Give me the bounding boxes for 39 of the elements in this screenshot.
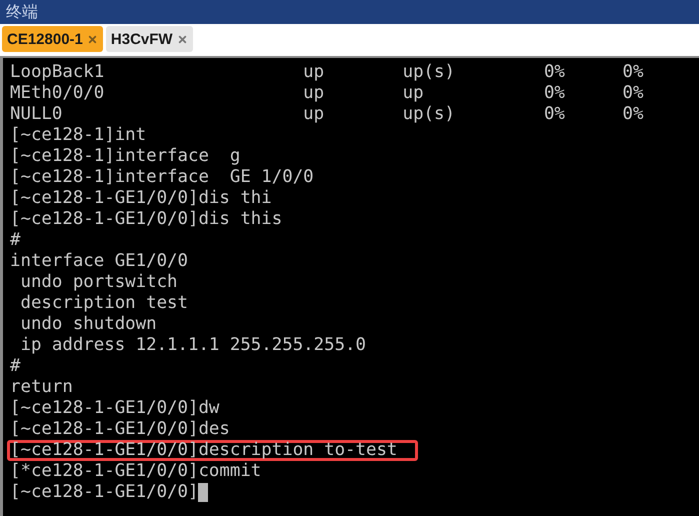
terminal-text: 0% [544,83,566,104]
terminal-line: [~ce128-1]interface g [10,146,240,167]
terminal-panel[interactable] [0,56,699,516]
terminal-line: [~ce128-1-GE1/0/0]dw [10,398,220,419]
terminal-line: ip address 12.1.1.1 255.255.255.0 [19,335,366,356]
terminal-line: description test [19,293,188,314]
terminal-text: up [402,83,425,104]
close-icon[interactable] [176,34,188,44]
terminal-text: 0% [544,62,566,83]
terminal-text: 0% [622,83,644,104]
terminal-line: [~ce128-1-GE1/0/0]dis this [10,209,282,230]
terminal-text: up(s) [402,62,456,83]
terminal-text: up [303,83,326,104]
terminal-line: [~ce128-1-GE1/0/0]des [10,419,230,440]
terminal-text: 0% [544,104,566,125]
terminal-text: LoopBack1 [10,62,106,83]
terminal-text: 0% [622,104,644,125]
terminal-line: [~ce128-1-GE1/0/0]dis thi [10,188,272,209]
terminal-text: NULL0 [10,104,64,125]
terminal-line: # [10,230,20,251]
terminal-line: [~ce128-1]interface GE 1/0/0 [10,167,314,188]
terminal-line: undo shutdown [19,314,157,335]
terminal-line: [*ce128-1-GE1/0/0]commit [10,461,262,482]
terminal-text: MEth0/0/0 [10,83,106,104]
tab[interactable]: H3CvFW [106,26,193,52]
terminal-line: return [10,377,73,398]
terminal-text: up [303,62,326,83]
terminal-line: interface GE1/0/0 [10,251,188,272]
terminal-line: [~ce128-1]int [10,125,146,146]
terminal-line: # [10,356,20,377]
terminal-text: up(s) [402,104,456,125]
terminal-line: [~ce128-1-GE1/0/0] [10,482,198,503]
terminal-text: up [303,104,326,125]
window-title: 终端 [6,2,38,22]
text-cursor [198,483,208,502]
terminal-line: undo portswitch [19,272,178,293]
close-icon[interactable] [86,34,98,44]
terminal-text: 0% [622,62,644,83]
tab[interactable]: CE12800-1 [2,26,103,52]
